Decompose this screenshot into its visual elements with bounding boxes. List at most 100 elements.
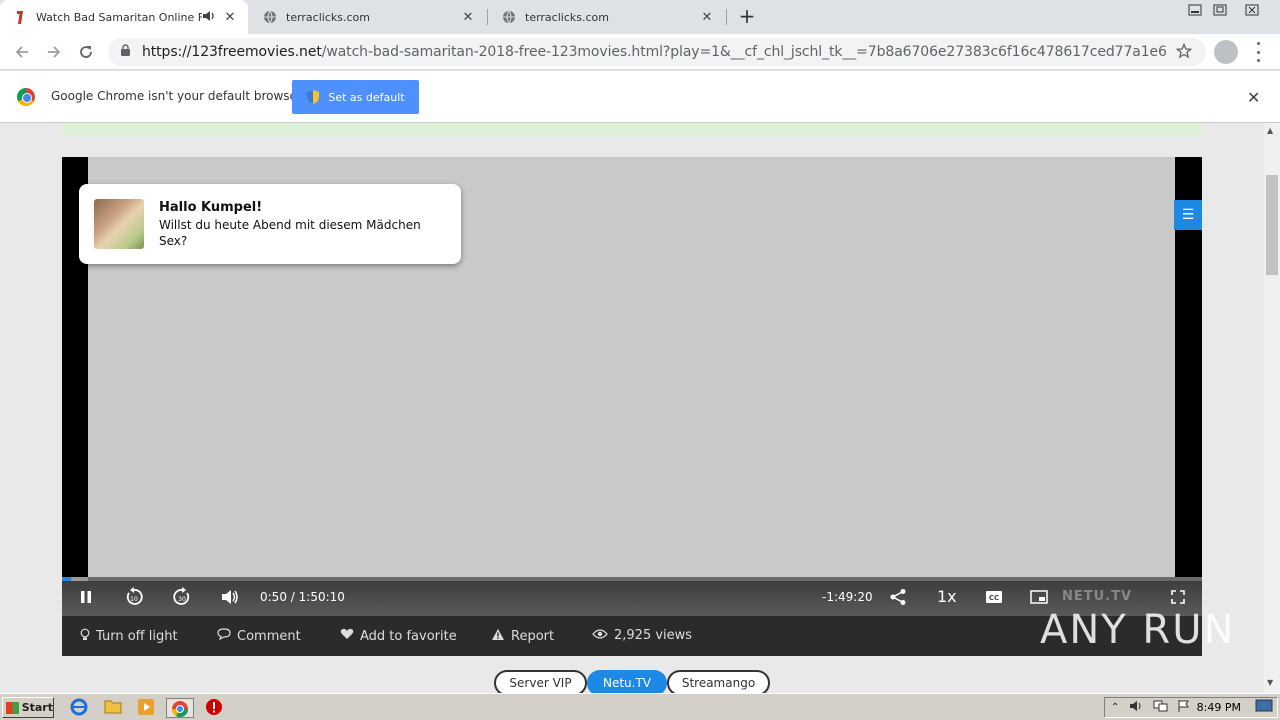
share-icon[interactable]: [887, 587, 909, 607]
popup-body: Willst du heute Abend mit diesem Mädchen…: [159, 218, 421, 248]
uac-shield-icon: [306, 89, 320, 105]
svg-text:10: 10: [130, 596, 138, 603]
scroll-thumb[interactable]: [1266, 175, 1278, 275]
media-player-icon[interactable]: [137, 698, 157, 718]
comment-icon: [217, 628, 231, 644]
tab-terraclicks-2[interactable]: terraclicks.com ✕: [489, 0, 725, 34]
taskbar-clock[interactable]: 8:49 PM: [1197, 701, 1241, 714]
scroll-down-arrow-icon[interactable]: ▼: [1267, 678, 1273, 687]
scroll-up-arrow-icon[interactable]: ▲: [1267, 126, 1273, 135]
close-tab-icon[interactable]: ✕: [699, 9, 715, 25]
svg-text:CC: CC: [989, 594, 999, 602]
start-button[interactable]: Start: [2, 697, 54, 718]
address-bar[interactable]: https://123freemovies.net/watch-bad-sama…: [108, 38, 1206, 66]
back-arrow-icon[interactable]: [10, 40, 34, 64]
action-center-flag-icon[interactable]: [1177, 699, 1191, 716]
globe-icon: [262, 9, 278, 25]
network-icon[interactable]: [1153, 699, 1169, 716]
stop-sign-icon[interactable]: [205, 698, 225, 718]
comment-button[interactable]: Comment: [217, 628, 301, 644]
site-favicon-icon: [12, 9, 28, 25]
profile-avatar-icon[interactable]: [1214, 40, 1238, 64]
heart-icon: [340, 628, 354, 644]
netu-logo: NETU.TV: [1062, 589, 1133, 604]
tab-terraclicks-1[interactable]: terraclicks.com ✕: [250, 0, 486, 34]
volume-icon[interactable]: [219, 587, 241, 607]
lock-icon[interactable]: [120, 44, 132, 60]
eye-icon: [592, 628, 608, 643]
bookmark-star-icon[interactable]: [1175, 42, 1196, 62]
tab-watch-bad-samaritan[interactable]: Watch Bad Samaritan Online For ✕: [0, 0, 248, 34]
forward-arrow-icon[interactable]: [42, 40, 66, 64]
picture-in-picture-icon[interactable]: [1028, 587, 1050, 607]
views-label: 2,925 views: [614, 628, 693, 643]
speaker-icon[interactable]: [1129, 699, 1145, 716]
svg-text:30: 30: [178, 596, 186, 603]
player-menu-button[interactable]: ☰: [1174, 200, 1202, 230]
minimize-icon[interactable]: [1183, 0, 1207, 20]
close-tab-icon[interactable]: ✕: [460, 9, 476, 25]
rewind-10-icon[interactable]: 10: [123, 587, 145, 607]
notification-popup[interactable]: Hallo Kumpel! Willst du heute Abend mit …: [79, 184, 461, 264]
server-streamango-button[interactable]: Streamango: [667, 670, 770, 693]
report-label: Report: [511, 629, 555, 644]
report-button[interactable]: Report: [491, 628, 554, 645]
internet-explorer-icon[interactable]: [70, 698, 90, 718]
windows-taskbar: Start ⌃ 8:49 PM: [0, 693, 1280, 720]
remaining-time: -1:49:20: [822, 590, 873, 604]
progress-bar[interactable]: [62, 577, 1202, 581]
globe-icon: [501, 9, 517, 25]
tab-title: terraclicks.com: [525, 10, 609, 24]
add-to-favorite-button[interactable]: Add to favorite: [340, 628, 457, 644]
fullscreen-icon[interactable]: [1168, 587, 1188, 607]
tab-separator: [726, 9, 727, 25]
folder-icon[interactable]: [104, 698, 124, 718]
default-browser-infobar: Google Chrome isn't your default browser…: [0, 71, 1280, 123]
reload-icon[interactable]: [74, 40, 98, 64]
tab-separator: [487, 9, 488, 25]
server-netu-button[interactable]: Netu.TV: [587, 670, 667, 693]
lightbulb-icon: [80, 628, 90, 645]
warning-icon: [491, 628, 505, 645]
url-domain: https://123freemovies.net: [142, 44, 322, 60]
forward-30-icon[interactable]: 30: [171, 587, 193, 607]
close-tab-icon[interactable]: ✕: [222, 9, 238, 25]
turn-off-light-label: Turn off light: [96, 629, 178, 644]
url-path: /watch-bad-samaritan-2018-free-123movies…: [321, 44, 1168, 60]
views-count: 2,925 views: [592, 628, 692, 643]
played-bar: [62, 577, 72, 581]
set-as-default-button[interactable]: Set as default: [292, 80, 419, 114]
add-to-favorite-label: Add to favorite: [360, 628, 457, 644]
chrome-taskbar-icon[interactable]: [166, 698, 194, 718]
captions-icon[interactable]: CC: [983, 587, 1005, 607]
tab-title: terraclicks.com: [286, 10, 370, 24]
url-text[interactable]: https://123freemovies.net/watch-bad-sama…: [142, 44, 1168, 60]
page-scrollbar[interactable]: ▲ ▼: [1264, 123, 1280, 693]
notice-banner: [62, 123, 1202, 136]
chrome-menu-icon[interactable]: [1254, 42, 1262, 62]
popup-heading: Hallo Kumpel!: [159, 200, 263, 215]
audio-playing-icon[interactable]: [202, 10, 216, 25]
popup-avatar: [94, 199, 144, 249]
restore-icon[interactable]: [1208, 0, 1232, 20]
chrome-logo-icon: [17, 88, 35, 106]
pause-icon[interactable]: [76, 587, 96, 607]
server-vip-button[interactable]: Server VIP: [494, 670, 587, 693]
start-label: Start: [21, 701, 53, 714]
show-hidden-icons-icon[interactable]: ⌃: [1111, 702, 1119, 713]
video-player[interactable]: ☰ Hallo Kumpel! Willst du heute Abend mi…: [62, 157, 1202, 656]
page-content: ☰ Hallo Kumpel! Willst du heute Abend mi…: [0, 123, 1264, 693]
infobar-message: Google Chrome isn't your default browser: [51, 89, 302, 103]
duration: 1:50:10: [298, 590, 345, 604]
tab-title: Watch Bad Samaritan Online For: [36, 10, 202, 24]
system-tray: ⌃ 8:49 PM: [1104, 697, 1278, 718]
close-window-icon[interactable]: [1240, 0, 1264, 20]
comment-label: Comment: [237, 628, 301, 644]
windows-flag-icon: [6, 701, 19, 714]
playback-speed-button[interactable]: 1x: [937, 587, 957, 606]
tab-strip: Watch Bad Samaritan Online For ✕ terracl…: [0, 0, 1280, 34]
show-desktop-icon[interactable]: [1255, 699, 1273, 716]
turn-off-light-button[interactable]: Turn off light: [80, 628, 178, 645]
close-infobar-icon[interactable]: ✕: [1247, 88, 1260, 107]
new-tab-button[interactable]: +: [737, 6, 757, 27]
